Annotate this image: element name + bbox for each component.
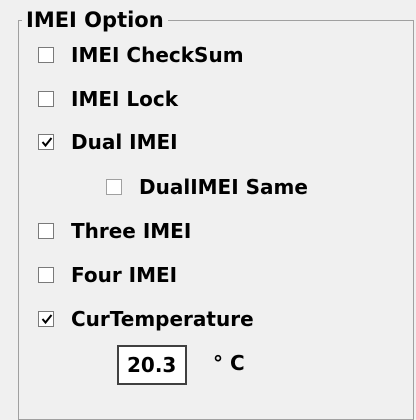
check-mark-icon — [41, 314, 53, 325]
imei-checksum-checkbox[interactable] — [38, 47, 54, 63]
groupbox-title: IMEI Option — [22, 6, 168, 34]
dual-imei-option[interactable]: Dual IMEI — [38, 127, 178, 157]
three-imei-label: Three IMEI — [71, 219, 192, 243]
cur-temperature-label: CurTemperature — [71, 307, 254, 331]
dual-imei-label: Dual IMEI — [71, 130, 178, 154]
dual-imei-same-label: DualIMEI Same — [139, 175, 308, 199]
four-imei-label: Four IMEI — [71, 263, 178, 287]
three-imei-checkbox[interactable] — [38, 223, 54, 239]
dual-imei-checkbox[interactable] — [38, 134, 54, 150]
check-mark-icon — [41, 137, 53, 148]
four-imei-checkbox[interactable] — [38, 267, 54, 283]
cur-temperature-checkbox[interactable] — [38, 311, 54, 327]
temperature-input[interactable]: 20.3 — [117, 345, 187, 385]
dual-imei-same-checkbox[interactable] — [106, 179, 122, 195]
imei-checksum-label: IMEI CheckSum — [71, 43, 244, 67]
four-imei-option[interactable]: Four IMEI — [38, 260, 177, 290]
imei-lock-label: IMEI Lock — [71, 87, 179, 111]
imei-checksum-option[interactable]: IMEI CheckSum — [38, 40, 244, 70]
cur-temperature-option[interactable]: CurTemperature — [38, 304, 254, 334]
temperature-unit-label: ° C — [213, 351, 245, 375]
dual-imei-same-option[interactable]: DualIMEI Same — [106, 172, 308, 202]
three-imei-option[interactable]: Three IMEI — [38, 216, 191, 246]
imei-lock-checkbox[interactable] — [38, 91, 54, 107]
imei-lock-option[interactable]: IMEI Lock — [38, 84, 178, 114]
